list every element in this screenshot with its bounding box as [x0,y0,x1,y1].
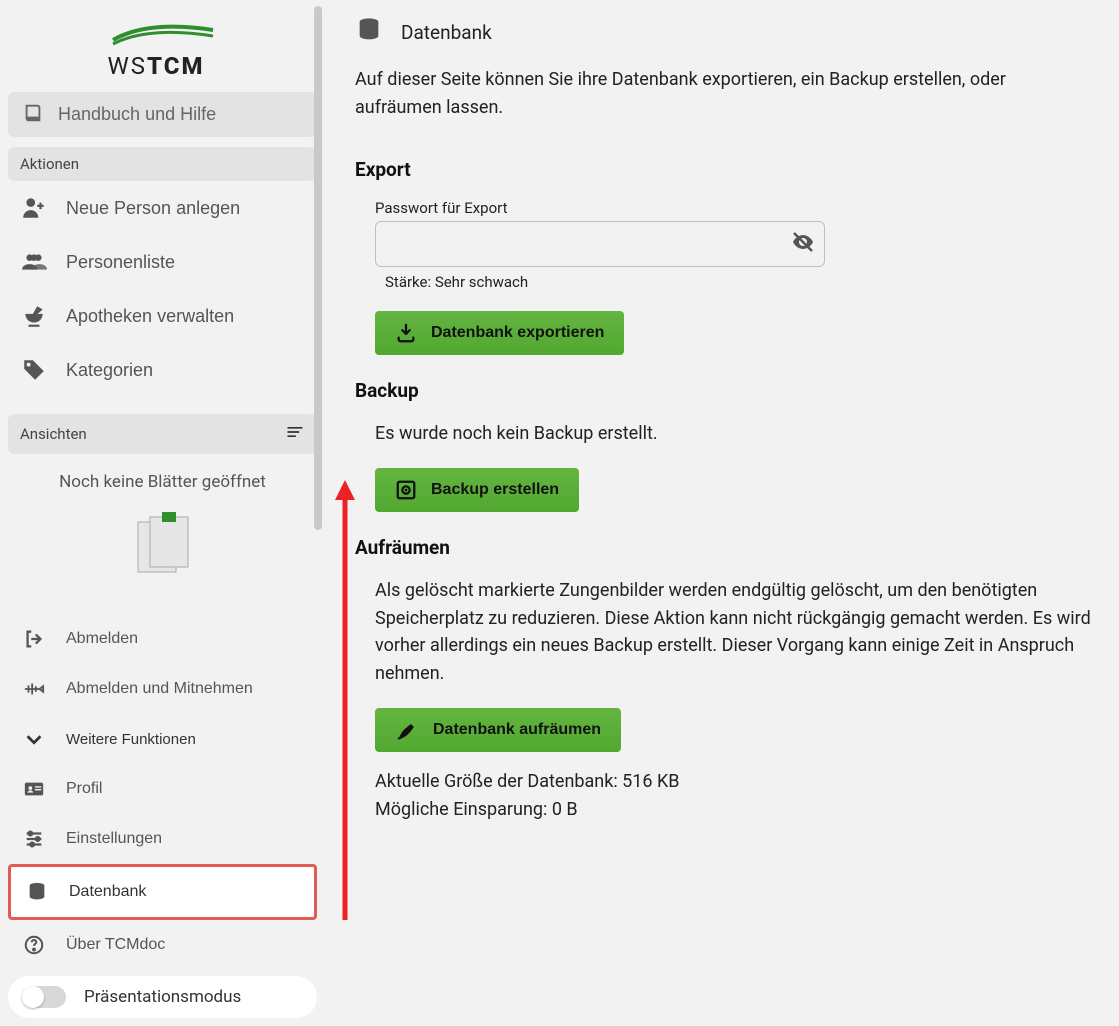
sidebar-item-pharmacies[interactable]: Apotheken verwalten [8,289,317,343]
backup-heading: Backup [355,379,1095,402]
backup-button-label: Backup erstellen [431,481,559,499]
sidebar-item-label: Personenliste [66,252,175,273]
logo-swoosh-icon [108,18,218,48]
sidebar-item-database[interactable]: Datenbank [8,864,317,920]
main-content: Datenbank Auf dieser Seite können Sie ih… [325,0,1119,1026]
help-button[interactable]: Handbuch und Hilfe [8,92,317,137]
presentation-label: Präsentationsmodus [84,987,241,1007]
sidebar-item-person-list[interactable]: Personenliste [8,235,317,289]
logo-text-tcm: TCM [147,52,204,80]
people-icon [20,249,48,275]
page-header: Datenbank [355,16,1095,48]
password-label: Passwort für Export [375,199,1095,217]
sort-icon[interactable] [285,422,305,446]
sidebar-item-label: Apotheken verwalten [66,306,234,327]
id-card-icon [20,778,48,800]
backup-status: Es wurde noch kein Backup erstellt. [375,420,1095,448]
create-backup-button[interactable]: Backup erstellen [375,468,579,512]
person-add-icon [20,195,48,221]
sidebar-scrollbar[interactable] [314,6,322,530]
sidebar-item-label: Einstellungen [66,830,162,848]
sidebar: WSTCM Handbuch und Hilfe Aktionen Neue P… [0,0,325,1026]
database-size: Aktuelle Größe der Datenbank: 516 KB [375,768,1095,796]
sidebar-item-settings[interactable]: Einstellungen [8,814,317,864]
usb-icon [20,678,48,700]
clipboard-illustration [8,510,317,580]
views-empty-text: Noch keine Blätter geöffnet [8,472,317,492]
section-actions-label: Aktionen [20,155,79,173]
sidebar-item-label: Profil [66,780,102,798]
help-circle-icon [20,934,48,956]
sidebar-item-logout[interactable]: Abmelden [8,614,317,664]
cleanup-button-label: Datenbank aufräumen [433,721,601,739]
section-header-views: Ansichten [8,414,317,454]
sidebar-item-label: Über TCMdoc [66,936,165,954]
logo: WSTCM [8,8,317,86]
sidebar-item-label: Neue Person anlegen [66,198,240,219]
sidebar-item-label: Kategorien [66,360,153,381]
page-title: Datenbank [401,21,492,44]
sidebar-item-label: Weitere Funktionen [66,731,196,748]
sidebar-item-about[interactable]: Über TCMdoc [8,920,317,970]
possible-savings: Mögliche Einsparung: 0 B [375,796,1095,824]
export-button-label: Datenbank exportieren [431,324,604,342]
sidebar-item-label: Datenbank [69,883,146,901]
database-icon [355,16,383,48]
section-header-actions: Aktionen [8,147,317,181]
password-input[interactable] [375,221,825,267]
password-strength: Stärke: Sehr schwach [385,273,1095,291]
help-label: Handbuch und Hilfe [58,104,216,125]
toggle-switch[interactable] [22,986,66,1008]
sidebar-item-categories[interactable]: Kategorien [8,343,317,397]
logout-icon [20,628,48,650]
export-database-button[interactable]: Datenbank exportieren [375,311,624,355]
sidebar-item-new-person[interactable]: Neue Person anlegen [8,181,317,235]
cleanup-database-button[interactable]: Datenbank aufräumen [375,708,621,752]
sidebar-item-label: Abmelden und Mitnehmen [66,680,253,698]
password-input-wrap [375,221,825,267]
database-icon [23,881,51,903]
eye-off-icon[interactable] [791,230,815,258]
tags-icon [20,357,48,383]
cleanup-description: Als gelöscht markierte Zungenbilder werd… [375,577,1095,689]
toggle-knob [22,986,44,1008]
cleanup-heading: Aufräumen [355,536,1095,559]
export-heading: Export [355,158,1095,181]
book-icon [22,102,44,127]
sliders-icon [20,828,48,850]
page-description: Auf dieser Seite können Sie ihre Datenba… [355,66,1095,122]
section-views-label: Ansichten [20,425,87,443]
logo-text-ws: WS [108,52,148,80]
sidebar-item-logout-take[interactable]: Abmelden und Mitnehmen [8,664,317,714]
presentation-mode-toggle-row[interactable]: Präsentationsmodus [8,976,317,1018]
sidebar-item-more-functions[interactable]: Weitere Funktionen [8,714,317,764]
sidebar-item-label: Abmelden [66,630,138,648]
chevron-down-icon [20,728,48,750]
sidebar-item-profile[interactable]: Profil [8,764,317,814]
mortar-icon [20,303,48,329]
